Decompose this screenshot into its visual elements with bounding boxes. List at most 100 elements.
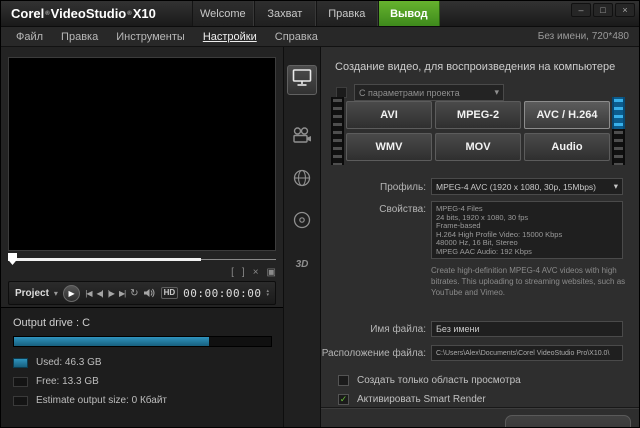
filename-label: Имя файла:	[321, 324, 426, 335]
hd-toggle[interactable]: HD	[161, 287, 179, 299]
brand-product: VideoStudio	[51, 6, 127, 21]
profile-value: MPEG-4 AVC (1920 x 1080, 30p, 15Mbps)	[436, 182, 596, 192]
format-mpeg2-button[interactable]: MPEG-2	[435, 101, 521, 129]
category-computer-button[interactable]	[287, 65, 317, 95]
filename-input[interactable]: Без имени	[431, 321, 623, 337]
chevron-down-icon[interactable]: ▾	[54, 289, 58, 298]
profile-select[interactable]: MPEG-4 AVC (1920 x 1080, 30p, 15Mbps) ▾	[431, 178, 623, 195]
transport-bar: Project ▾ ▶ |◀ ◀| |▶ ▶| ↻ HD 00:00:00:00…	[8, 281, 276, 305]
seek-track	[8, 258, 201, 261]
legend-free: Free: 13.3 GB	[13, 376, 271, 387]
menu-edit[interactable]: Правка	[52, 31, 107, 43]
share-options-panel: Создание видео, для воспроизведения на к…	[321, 47, 639, 427]
mark-in-button[interactable]: [	[231, 268, 234, 278]
globe-icon	[293, 169, 311, 192]
format-avi-button[interactable]: AVI	[346, 101, 432, 129]
file-location-label: Расположение файла:	[321, 348, 426, 359]
camcorder-icon	[292, 127, 312, 149]
spin-down-icon[interactable]: ▾	[266, 293, 269, 297]
tab-welcome[interactable]: Welcome	[192, 1, 254, 26]
trim-tools: [ ] × ▣	[8, 265, 276, 280]
category-3d-button[interactable]: 3D	[289, 253, 315, 275]
repeat-button[interactable]: ↻	[130, 288, 138, 299]
project-params-label: С параметрами проекта	[359, 88, 460, 98]
format-grid: AVI MPEG-2 AVC / H.264 WMV MOV Audio	[346, 101, 610, 161]
menu-help[interactable]: Справка	[266, 31, 327, 43]
tab-capture[interactable]: Захват	[254, 1, 316, 26]
filmstrip-selection-highlight	[612, 97, 625, 129]
next-frame-button[interactable]: |▶	[108, 289, 114, 298]
window-controls: – □ ×	[571, 1, 639, 26]
menu-tools[interactable]: Инструменты	[107, 31, 194, 43]
filmstrip-left-decoration	[331, 97, 344, 165]
bottom-divider	[321, 407, 639, 409]
registered-mark-icon: ®	[127, 11, 131, 17]
format-avc-h264-button[interactable]: AVC / H.264	[524, 101, 610, 129]
project-params-row: С параметрами проекта ▾	[336, 84, 504, 101]
properties-label: Свойства:	[321, 204, 426, 215]
main-tabs: Welcome Захват Правка Вывод	[192, 1, 440, 26]
used-swatch-icon	[13, 358, 28, 368]
mark-out-button[interactable]: ]	[242, 268, 245, 278]
playback-mode-label[interactable]: Project	[15, 288, 49, 299]
tab-edit[interactable]: Правка	[316, 1, 378, 26]
drive-usage-bar	[13, 336, 272, 347]
preview-only-checkbox[interactable]	[338, 375, 349, 386]
share-heading: Создание видео, для воспроизведения на к…	[335, 61, 615, 73]
maximize-button[interactable]: □	[593, 3, 613, 17]
play-button[interactable]: ▶	[63, 285, 80, 302]
volume-icon[interactable]	[144, 288, 156, 298]
category-web-button[interactable]	[289, 169, 315, 191]
tab-share[interactable]: Вывод	[378, 1, 440, 26]
legend-estimate: Estimate output size: 0 Кбайт	[13, 395, 271, 406]
brand-corel: Corel	[11, 6, 44, 21]
start-button[interactable]	[505, 415, 631, 427]
seek-handle-icon[interactable]	[8, 253, 17, 265]
app-logo: Corel®VideoStudio®X10	[1, 1, 166, 26]
smart-render-checkbox[interactable]: ✓	[338, 394, 349, 405]
document-info: Без имени, 720*480	[538, 31, 633, 42]
legend-used: Used: 46.3 GB	[13, 357, 271, 368]
title-bar: Corel®VideoStudio®X10 Welcome Захват Пра…	[1, 1, 639, 27]
free-swatch-icon	[13, 377, 28, 387]
profile-label: Профиль:	[321, 182, 426, 193]
preview-panel: [ ] × ▣ Project ▾ ▶ |◀ ◀| |▶ ▶| ↻ HD 00:…	[1, 47, 284, 427]
menu-file[interactable]: Файл	[7, 31, 52, 43]
minimize-button[interactable]: –	[571, 3, 591, 17]
preview-only-label: Создать только область просмотра	[357, 375, 521, 386]
format-description: Create high-definition MPEG-4 AVC videos…	[431, 265, 631, 298]
seek-track-rest	[201, 259, 276, 260]
registered-mark-icon: ®	[45, 11, 49, 17]
share-category-strip: 3D	[284, 47, 321, 427]
timecode-field[interactable]: 00:00:00:00	[183, 287, 261, 300]
timecode-spinner[interactable]: ▴ ▾	[266, 289, 269, 297]
category-device-button[interactable]	[289, 127, 315, 149]
enlarge-preview-button[interactable]: ▣	[267, 268, 276, 278]
cut-button[interactable]: ×	[253, 268, 259, 278]
previous-frame-button[interactable]: ◀|	[96, 289, 102, 298]
file-location-input[interactable]: C:\Users\Alex\Documents\Corel VideoStudi…	[431, 345, 623, 361]
estimate-label: Estimate output size: 0 Кбайт	[36, 395, 167, 406]
monitor-icon	[292, 68, 312, 92]
close-button[interactable]: ×	[615, 3, 635, 17]
format-mov-button[interactable]: MOV	[435, 133, 521, 161]
smart-render-row: ✓ Активировать Smart Render	[338, 394, 486, 405]
go-to-start-button[interactable]: |◀	[85, 289, 91, 298]
category-disc-button[interactable]	[289, 211, 315, 233]
free-label: Free: 13.3 GB	[36, 376, 99, 387]
check-icon: ✓	[340, 395, 348, 404]
menu-settings[interactable]: Настройки	[194, 31, 266, 43]
chevron-down-icon: ▾	[614, 181, 618, 192]
format-audio-button[interactable]: Audio	[524, 133, 610, 161]
format-wmv-button[interactable]: WMV	[346, 133, 432, 161]
filmstrip-right-decoration	[612, 97, 625, 165]
main-area: [ ] × ▣ Project ▾ ▶ |◀ ◀| |▶ ▶| ↻ HD 00:…	[1, 47, 639, 427]
play-icon: ▶	[69, 289, 75, 298]
estimate-swatch-icon	[13, 396, 28, 406]
used-label: Used: 46.3 GB	[36, 357, 102, 368]
project-params-select[interactable]: С параметрами проекта ▾	[354, 84, 504, 101]
disc-icon	[293, 211, 311, 234]
output-drive-section: Output drive : C Used: 46.3 GB Free: 13.…	[1, 307, 283, 427]
chevron-down-icon: ▾	[494, 87, 499, 98]
go-to-end-button[interactable]: ▶|	[119, 289, 125, 298]
